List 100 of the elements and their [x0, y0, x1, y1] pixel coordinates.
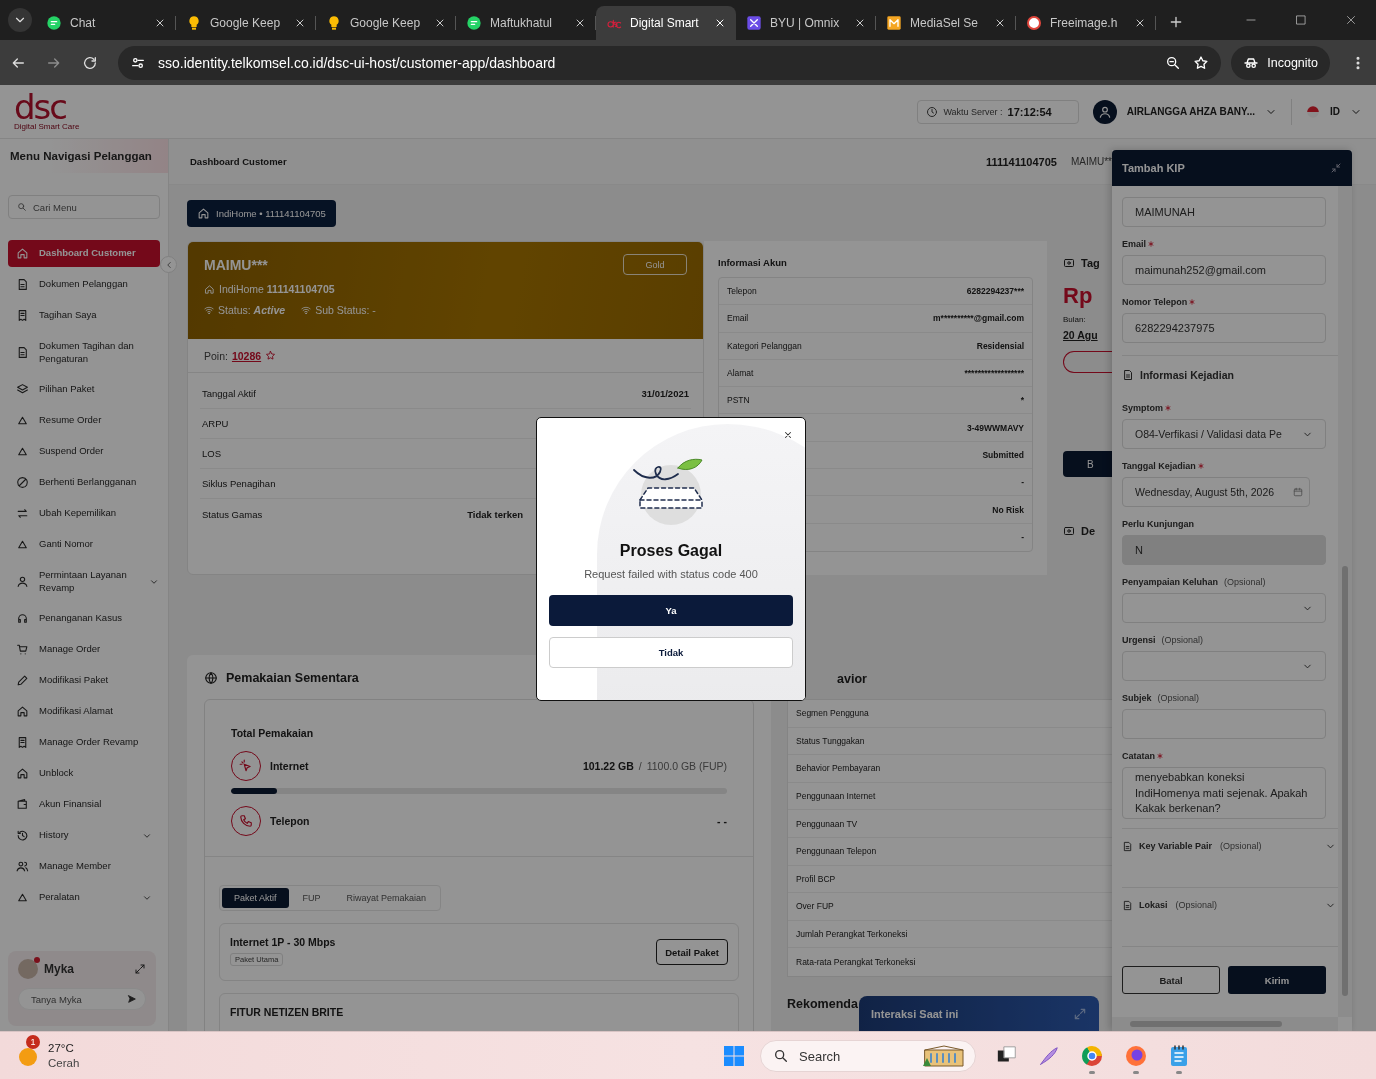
detail-button[interactable]: Detail Paket	[656, 939, 728, 965]
browser-tab[interactable]: Chat	[36, 6, 176, 40]
sidebar-item[interactable]: Resume Order	[8, 407, 160, 434]
behavior-label: Penggunaan Internet	[796, 791, 876, 802]
detail-label: Status Gamas	[202, 508, 263, 520]
section-title: Tag	[1081, 257, 1100, 269]
status-line: Status: Active	[218, 304, 286, 316]
submit-button[interactable]: Kirim	[1228, 966, 1326, 994]
sidebar-item[interactable]: Berhenti Berlangganan	[8, 469, 160, 496]
text-field[interactable]: maimunah252@gmail.com	[1122, 255, 1326, 285]
info-value: -	[1021, 477, 1024, 488]
sub-status: Sub Status: -	[315, 304, 376, 316]
sidebar-item[interactable]: Dokumen Tagihan dan Pengaturan	[8, 333, 160, 372]
incognito-button[interactable]: Incognito	[1231, 45, 1330, 80]
language-selector[interactable]: ID	[1330, 106, 1340, 117]
usage-separator: /	[638, 760, 642, 772]
browser-tab[interactable]: BYU | Omnix	[736, 6, 876, 40]
account-chip[interactable]: IndiHome • 111141104705	[187, 200, 336, 227]
sidebar-item[interactable]: Pilihan Paket	[8, 376, 160, 403]
sidebar-item[interactable]: History	[8, 822, 160, 849]
user-name[interactable]: AIRLANGGA AHZA BANY...	[1126, 106, 1255, 117]
cancel-button[interactable]: Batal	[1122, 966, 1220, 994]
cancel-button[interactable]: Tidak	[549, 637, 793, 668]
sidebar-item[interactable]: Manage Member	[8, 853, 160, 880]
browser-tab[interactable]: Google Keep	[316, 6, 456, 40]
sidebar-item[interactable]: Modifikasi Alamat	[8, 698, 160, 725]
text-field[interactable]: 6282294237975	[1122, 313, 1326, 343]
bill-month[interactable]: 20 Agu	[1063, 329, 1113, 341]
points-value[interactable]: 10286	[231, 349, 262, 362]
search-field[interactable]: Cari Menu	[8, 195, 160, 219]
interaction-bar[interactable]: Interaksi Saat ini	[859, 996, 1099, 1031]
browser-tab[interactable]: Maftukhatul	[456, 6, 596, 40]
field-label: Catatan	[1122, 751, 1155, 761]
sidebar-item[interactable]: Ubah Kepemilikan	[8, 500, 160, 527]
browser-tab[interactable]: Google Keep	[176, 6, 316, 40]
behavior-label: Profil BCP	[796, 873, 836, 884]
browser-tab[interactable]: Freeimage.h	[1016, 6, 1156, 40]
field-label: Nomor Telepon	[1122, 297, 1188, 307]
sidebar-item[interactable]: Modifikasi Paket	[8, 667, 160, 694]
points-label: Poin:	[204, 349, 228, 362]
action-button[interactable]: B	[1063, 451, 1113, 477]
usage-label: Telepon	[270, 815, 310, 827]
usage-tab[interactable]: Riwayat Pemakaian	[334, 888, 439, 908]
date-field[interactable]: Wednesday, August 5th, 2026	[1122, 477, 1310, 507]
assistant-input[interactable]: Tanya Myka	[18, 988, 146, 1010]
optional-note: (Opsional)	[1224, 577, 1266, 587]
text-field[interactable]: MAIMUNAH	[1122, 197, 1326, 227]
info-value: Submitted	[982, 449, 1024, 460]
info-label: Kategori Pelanggan	[727, 340, 802, 351]
detail-label: Tanggal Aktif	[202, 388, 256, 399]
browser-tab[interactable]: Digital Smart	[596, 6, 736, 40]
field-label: Perlu Kunjungan	[1122, 519, 1194, 529]
behavior-label: Behavior Pembayaran	[796, 763, 881, 774]
detail-value: Tidak terken	[467, 508, 523, 520]
sidebar-item[interactable]: Manage Order Revamp	[8, 729, 160, 756]
info-value: Residensial	[976, 340, 1024, 351]
info-value: -	[1021, 532, 1024, 543]
sidebar-item[interactable]: Akun Finansial	[8, 791, 160, 818]
behavior-label: Penggunaan Telepon	[796, 846, 877, 857]
panel-title: Tambah KIP	[1122, 162, 1185, 174]
field-label: Symptom	[1122, 403, 1163, 413]
sidebar-item[interactable]: Manage Order	[8, 636, 160, 663]
sidebar-item[interactable]: Suspend Order	[8, 438, 160, 465]
usage-tab[interactable]: FUP	[290, 888, 333, 908]
sidebar-item[interactable]: Dokumen Pelanggan	[8, 271, 160, 298]
dialog-title: Proses Gagal	[619, 542, 723, 560]
sidebar-item[interactable]: Tagihan Saya	[8, 302, 160, 329]
sidebar-item[interactable]: Ganti Nomor	[8, 531, 160, 558]
customer-name: MAIMU**	[1070, 156, 1112, 167]
behavior-label: Rata-rata Perangkat Terkoneksi	[796, 957, 916, 968]
info-label: Alamat	[727, 368, 754, 379]
sidebar-item[interactable]: Penanganan Kasus	[8, 605, 160, 632]
sidebar-item[interactable]: Dashboard Customer	[8, 240, 160, 267]
detail-label: LOS	[202, 448, 221, 459]
address-bar[interactable]: sso.identity.telkomsel.co.id/dsc-ui-host/customer-app/dashboard	[118, 45, 1222, 80]
detail-value: 31/01/2021	[641, 388, 689, 399]
usage-used: - -	[717, 815, 727, 827]
customer-name: MAIMU***	[204, 257, 268, 273]
field-label: Penyampaian Keluhan	[1122, 577, 1219, 587]
brand-tagline: Digital Smart Care	[14, 122, 80, 131]
package-name: Internet 1P - 30 Mbps	[230, 936, 336, 948]
sidebar-item[interactable]: Unblock	[8, 760, 160, 787]
info-value: No Risk	[992, 504, 1024, 515]
optional-note: (Opsional)	[1157, 693, 1200, 703]
field-label: Urgensi	[1122, 635, 1156, 645]
confirm-button[interactable]: Ya	[549, 595, 793, 626]
sidebar-item[interactable]: Peralatan	[8, 884, 160, 911]
usage-tab[interactable]: Paket Aktif	[222, 888, 289, 908]
field-label: Subjek	[1122, 693, 1152, 703]
info-value: m**********@gmail.com	[933, 313, 1024, 324]
browser-tab[interactable]: MediaSel Se	[876, 6, 1016, 40]
taskbar-search[interactable]: Search	[760, 1040, 976, 1072]
info-label: Telepon	[727, 286, 757, 297]
brand-logo: dsc	[14, 92, 66, 122]
notes-field[interactable]: menyebabkan koneksi IndiHomenya mati sejenak. Apakah Kakak berkenan?	[1122, 767, 1326, 819]
bill-amount: Rp	[1063, 283, 1094, 309]
dialog-message: Request failed with status code 400	[584, 568, 758, 580]
select-field[interactable]: O84-Verfikasi / Validasi data Pe	[1122, 419, 1326, 449]
section-title: Informasi Kejadian	[1140, 369, 1234, 381]
sidebar-item[interactable]: Permintaan Layanan Revamp	[8, 562, 160, 601]
